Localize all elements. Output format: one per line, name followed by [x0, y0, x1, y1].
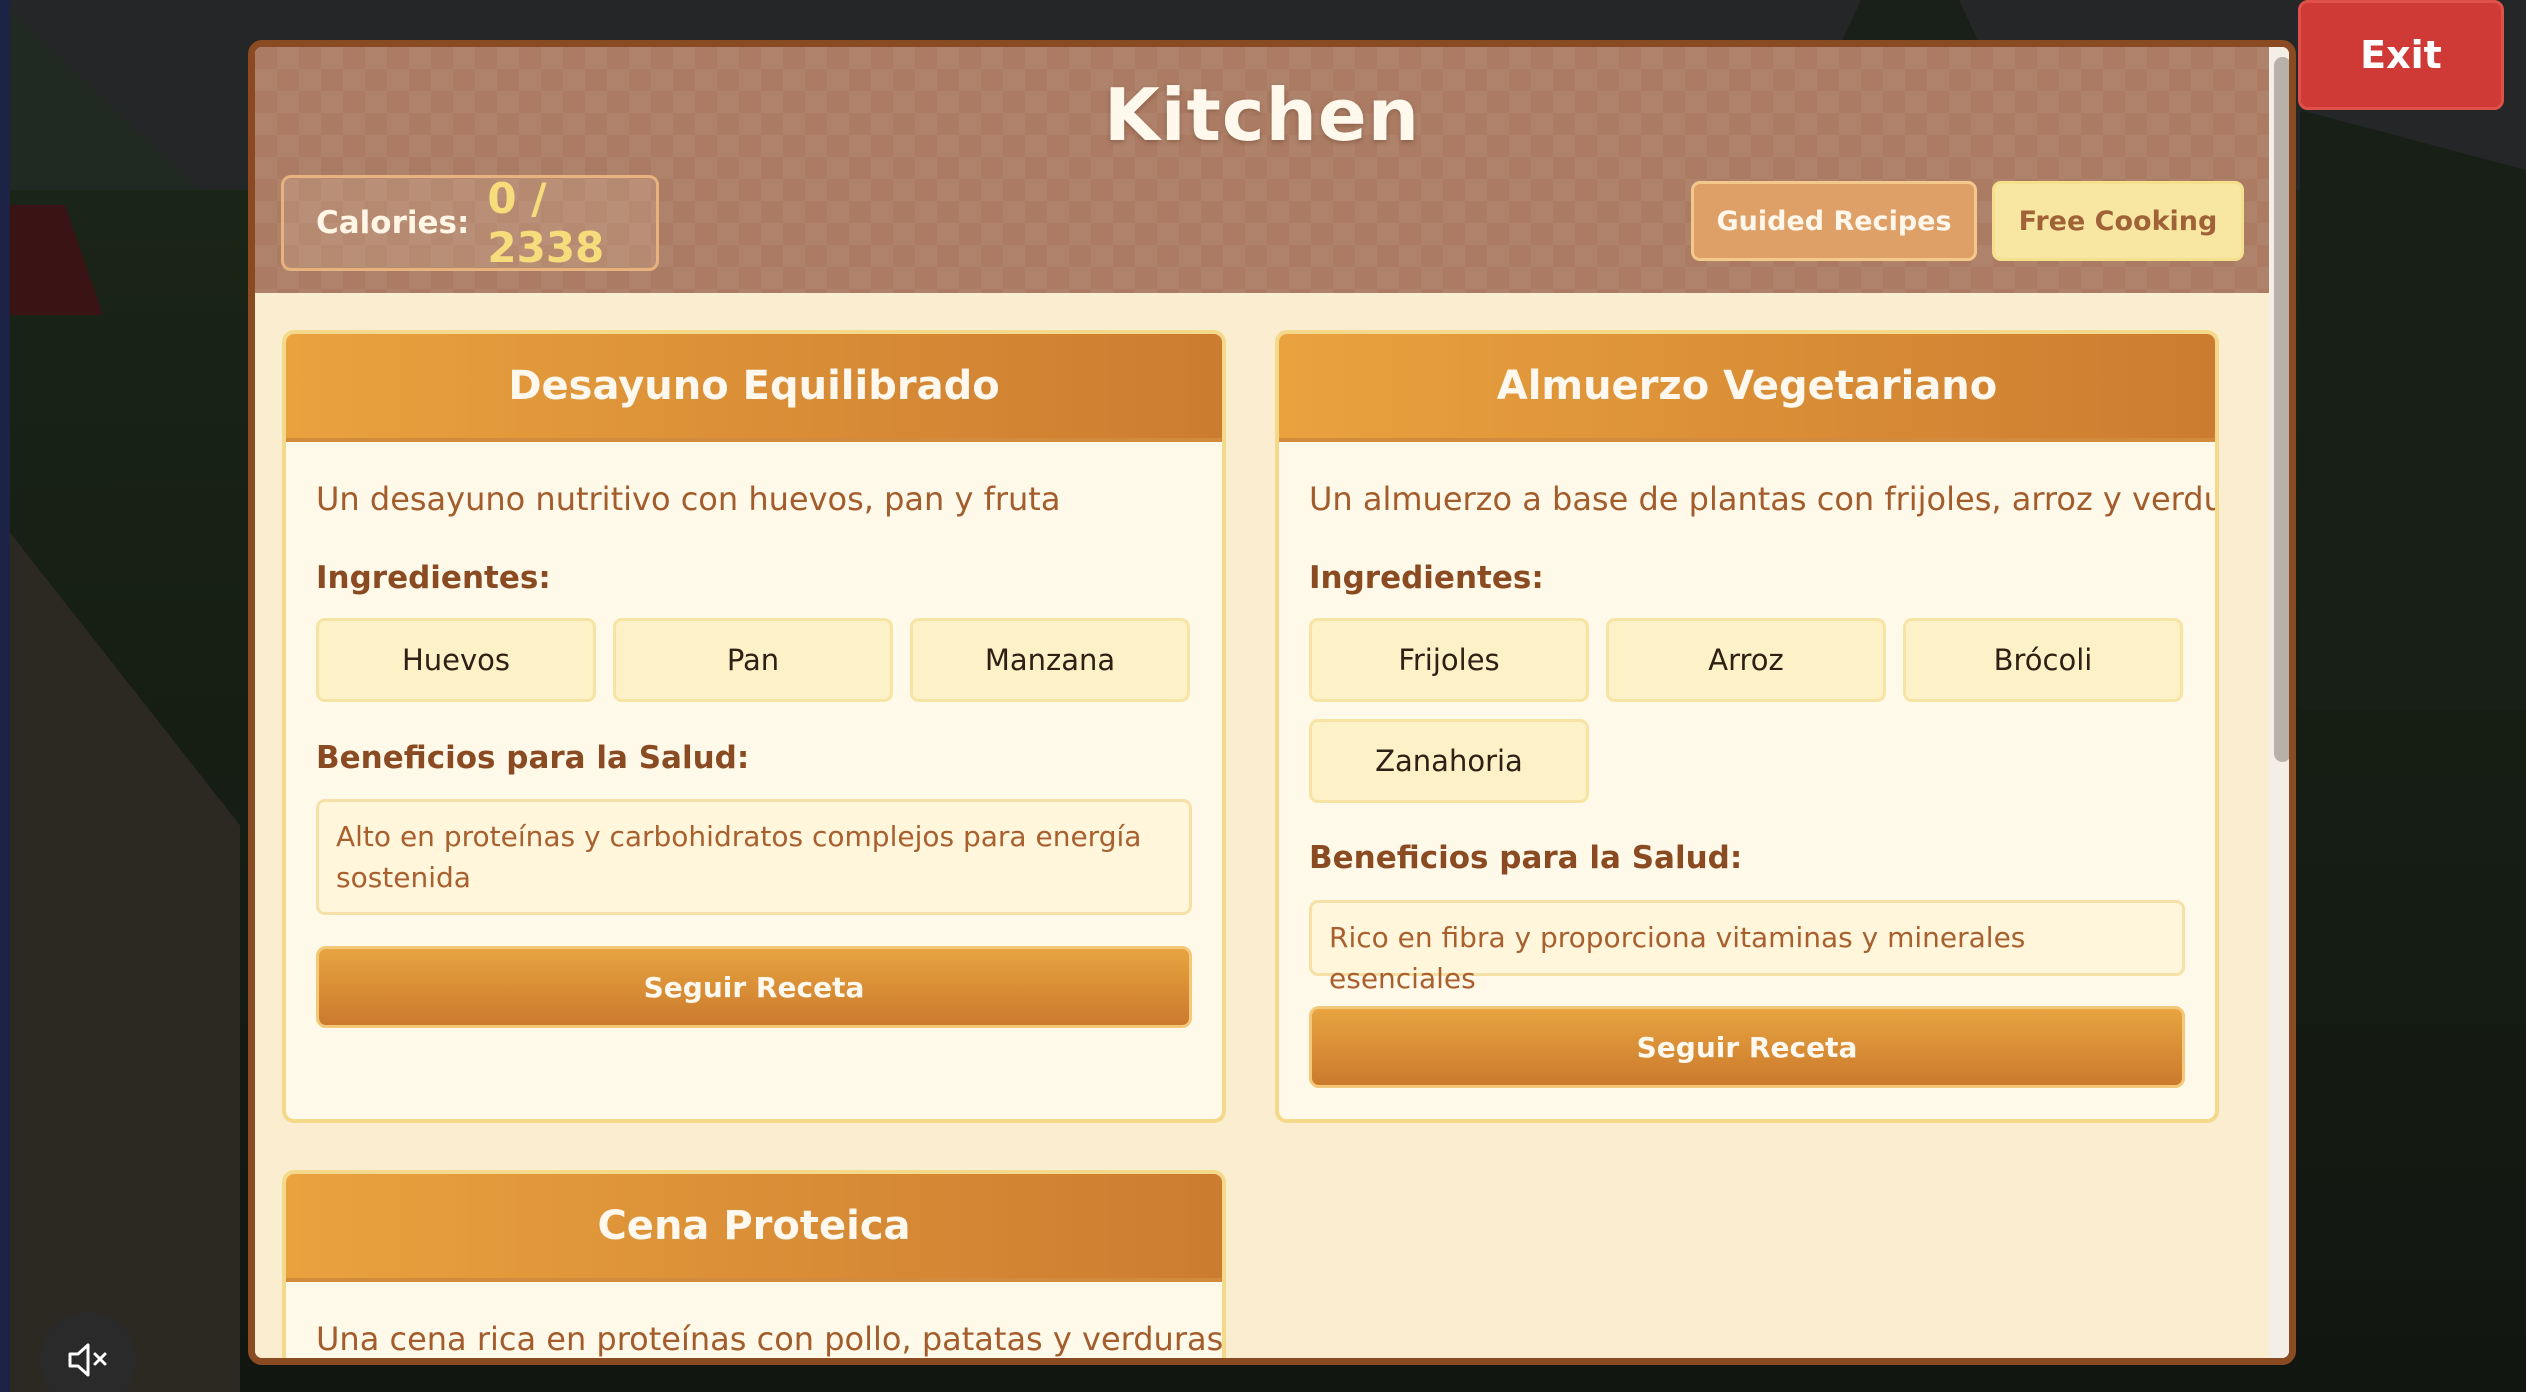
speaker-muted-icon: [66, 1340, 110, 1384]
calories-label: Calories:: [316, 205, 470, 241]
recipe-description: Un almuerzo a base de plantas con frijol…: [1309, 480, 2219, 518]
free-cooking-button[interactable]: Free Cooking: [1992, 181, 2244, 261]
recipe-title: Almuerzo Vegetariano: [1279, 334, 2215, 442]
calories-counter: Calories: 0 / 2338: [281, 174, 659, 272]
calories-value: 0 / 2338: [487, 174, 605, 272]
ingredient-chip[interactable]: Zanahoria: [1309, 719, 1589, 803]
follow-recipe-button[interactable]: Seguir Receta: [316, 946, 1192, 1028]
kitchen-modal: Kitchen Calories: 0 / 2338 Guided Recipe…: [248, 40, 2296, 1365]
recipe-card-almuerzo-vegetariano: Almuerzo Vegetariano Un almuerzo a base …: [1275, 330, 2219, 1123]
recipe-card-desayuno-equilibrado: Desayuno Equilibrado Un desayuno nutriti…: [282, 330, 1226, 1123]
guided-recipes-button[interactable]: Guided Recipes: [1691, 181, 1977, 261]
kitchen-header: Kitchen Calories: 0 / 2338 Guided Recipe…: [255, 47, 2269, 293]
health-benefits-label: Beneficios para la Salud:: [1309, 840, 1743, 876]
ingredients-label: Ingredientes:: [316, 560, 551, 596]
ingredients-list: Huevos Pan Manzana: [316, 618, 1192, 702]
ingredient-chip[interactable]: Huevos: [316, 618, 596, 702]
health-benefits-label: Beneficios para la Salud:: [316, 740, 750, 776]
page-title: Kitchen: [1104, 73, 1420, 157]
ingredients-label: Ingredientes:: [1309, 560, 1544, 596]
follow-recipe-button[interactable]: Seguir Receta: [1309, 1006, 2185, 1088]
health-benefits-text: Alto en proteínas y carbohidratos comple…: [316, 799, 1192, 915]
recipe-card-cena-proteica: Cena Proteica Una cena rica en proteínas…: [282, 1170, 1226, 1358]
exit-button[interactable]: Exit: [2298, 0, 2504, 110]
scene-tree: [1840, 0, 1980, 45]
recipe-title: Cena Proteica: [286, 1174, 1222, 1282]
ingredient-chip[interactable]: Manzana: [910, 618, 1190, 702]
recipe-title: Desayuno Equilibrado: [286, 334, 1222, 442]
scene-edge: [0, 0, 10, 1392]
health-benefits-text: Rico en fibra y proporciona vitaminas y …: [1309, 900, 2185, 995]
ingredient-chip[interactable]: Frijoles: [1309, 618, 1589, 702]
scene-hill: [2300, 110, 2526, 710]
ingredient-chip[interactable]: Arroz: [1606, 618, 1886, 702]
scrollbar-thumb[interactable]: [2274, 57, 2289, 762]
ingredient-chip[interactable]: Pan: [613, 618, 893, 702]
recipe-description: Una cena rica en proteínas con pollo, pa…: [316, 1320, 1224, 1358]
ingredient-chip[interactable]: Brócoli: [1903, 618, 2183, 702]
ingredients-list: Frijoles Arroz Brócoli Zanahoria: [1309, 618, 2185, 803]
recipe-description: Un desayuno nutritivo con huevos, pan y …: [316, 480, 1061, 518]
